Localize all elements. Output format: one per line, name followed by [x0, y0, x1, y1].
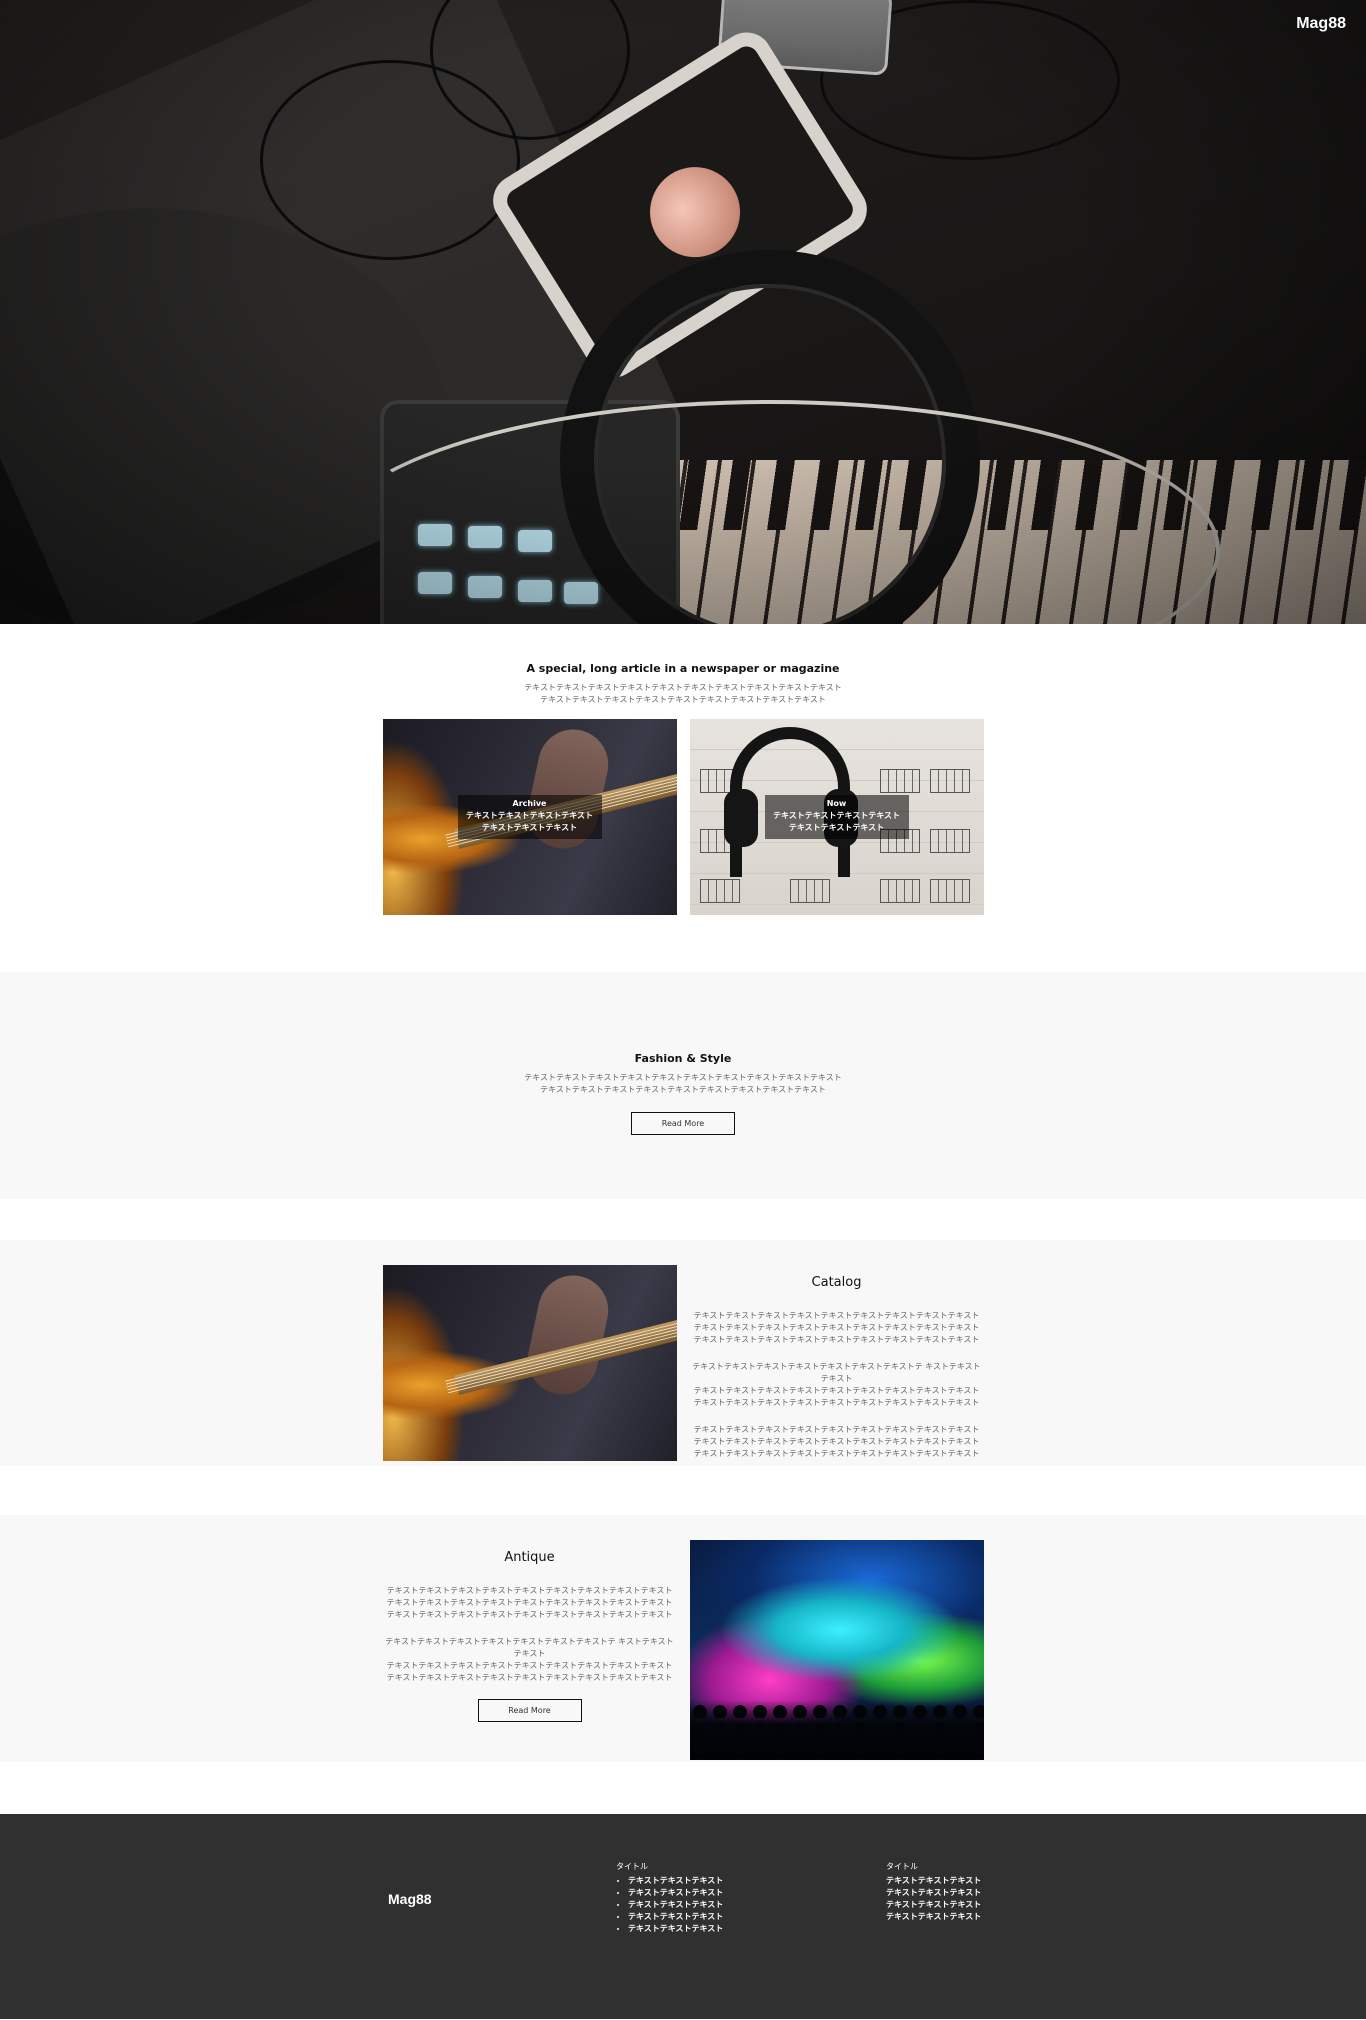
footer-link-list: テキストテキストテキスト テキストテキストテキスト テキストテキストテキスト テ… [604, 1875, 723, 1935]
antique-line: テキストテキストテキストテキストテキストテキストテキストテキストテキスト [386, 1610, 673, 1619]
feature-cards: Archive テキストテキストテキストテキスト テキストテキストテキスト No… [0, 719, 1366, 915]
card-photo-chord-grid [699, 879, 740, 903]
fashion-title: Fashion & Style [634, 1052, 732, 1065]
special-text-line: テキストテキストテキストテキストテキストテキストテキストテキストテキストテキスト [524, 683, 842, 692]
fashion-read-more-button[interactable]: Read More [631, 1112, 735, 1135]
catalog-image [382, 1265, 677, 1461]
footer-column-1: タイトル テキストテキストテキスト テキストテキストテキスト テキストテキストテ… [616, 1861, 723, 1935]
card-photo-chord-grid [879, 879, 920, 903]
catalog-line: テキストテキストテキストテキストテキストテキストテキストテキストテキスト [693, 1323, 980, 1332]
site-footer: Mag88 タイトル テキストテキストテキスト テキストテキストテキスト テキス… [0, 1814, 1366, 2019]
catalog-section: Catalog テキストテキストテキストテキストテキストテキストテキストテキスト… [0, 1240, 1366, 1466]
footer-link[interactable]: テキストテキストテキスト [628, 1911, 723, 1923]
catalog-line: テキストテキストテキストテキストテキストテキストテキストテキストテキスト [693, 1386, 980, 1395]
footer-column-title: タイトル [886, 1862, 918, 1871]
hero-vignette [0, 0, 1366, 624]
catalog-paragraph: テキストテキストテキストテキストテキストテキストテキストテ キストテキストテキス… [690, 1361, 984, 1409]
antique-line: テキストテキストテキストテキストテキストテキストテキストテキストテキスト [386, 1673, 673, 1682]
card-caption: Archive テキストテキストテキストテキスト テキストテキストテキスト [457, 795, 602, 839]
fashion-text-line: テキストテキストテキストテキストテキストテキストテキストテキストテキストテキスト [524, 1073, 842, 1082]
card-archive[interactable]: Archive テキストテキストテキストテキスト テキストテキストテキスト [382, 719, 677, 915]
card-now[interactable]: Now テキストテキストテキストテキスト テキストテキストテキスト [689, 719, 984, 915]
catalog-paragraph: テキストテキストテキストテキストテキストテキストテキストテキストテキスト テキス… [690, 1424, 984, 1460]
catalog-text-block: Catalog テキストテキストテキストテキストテキストテキストテキストテキスト… [690, 1265, 984, 1475]
card-photo-chord-grid [929, 829, 970, 853]
antique-text-block: Antique テキストテキストテキストテキストテキストテキストテキストテキスト… [383, 1540, 677, 1722]
site-logo[interactable]: Mag88 [1296, 15, 1346, 33]
footer-link-list: テキストテキストテキスト テキストテキストテキスト テキストテキストテキスト テ… [886, 1875, 981, 1923]
card-text: テキストテキストテキスト [481, 823, 578, 832]
antique-paragraph: テキストテキストテキストテキストテキストテキストテキストテキストテキスト テキス… [383, 1585, 677, 1621]
catalog-line: テキストテキストテキストテキストテキストテキストテキストテキストテキスト [693, 1437, 980, 1446]
antique-line: テキストテキストテキストテキストテキストテキストテキストテキストテキスト [386, 1598, 673, 1607]
antique-title: Antique [504, 1550, 555, 1565]
fashion-section: Fashion & Style テキストテキストテキストテキストテキストテキスト… [0, 972, 1366, 1199]
special-title: A special, long article in a newspaper o… [526, 662, 840, 675]
catalog-photo-hand [520, 1269, 615, 1401]
card-photo-chord-grid [789, 879, 830, 903]
card-title: Archive [512, 799, 547, 808]
catalog-line: テキストテキストテキストテキストテキストテキストテキストテキストテキスト [693, 1335, 980, 1344]
antique-paragraph: テキストテキストテキストテキストテキストテキストテキストテ キストテキストテキス… [383, 1636, 677, 1684]
card-caption: Now テキストテキストテキストテキスト テキストテキストテキスト [764, 795, 909, 839]
footer-link[interactable]: テキストテキストテキスト [628, 1923, 723, 1935]
catalog-line: テキストテキストテキストテキストテキストテキストテキストテキストテキスト [693, 1425, 980, 1434]
special-article-section: A special, long article in a newspaper o… [0, 624, 1366, 972]
card-photo-chord-grid [879, 769, 920, 793]
footer-column-2: タイトル テキストテキストテキスト テキストテキストテキスト テキストテキストテ… [886, 1861, 981, 1923]
fashion-text: テキストテキストテキストテキストテキストテキストテキストテキストテキストテキスト… [0, 1072, 1366, 1096]
footer-link-text[interactable]: テキストテキストテキスト [628, 1876, 723, 1885]
card-text: テキストテキストテキスト [788, 823, 885, 832]
concert-crowd [689, 1700, 984, 1760]
footer-logo[interactable]: Mag88 [388, 1891, 432, 1907]
catalog-line: テキストテキストテキストテキストテキストテキストテキストテキストテキスト [693, 1311, 980, 1320]
fashion-text-line: テキストテキストテキストテキストテキストテキストテキストテキストテキスト [540, 1085, 826, 1094]
catalog-line: テキストテキストテキストテキストテキストテキストテキストテキストテキスト [693, 1398, 980, 1407]
footer-link-text[interactable]: テキストテキストテキスト [628, 1900, 723, 1909]
antique-line: テキストテキストテキストテキストテキストテキストテキストテキストテキスト [386, 1586, 673, 1595]
special-text: テキストテキストテキストテキストテキストテキストテキストテキストテキストテキスト… [0, 682, 1366, 706]
card-photo-ear-cup [723, 789, 758, 847]
hero-image: Mag88 [0, 0, 1366, 624]
footer-link-text[interactable]: テキストテキストテキスト [628, 1912, 723, 1921]
catalog-title: Catalog [811, 1275, 862, 1290]
footer-link-text[interactable]: テキストテキストテキスト [886, 1900, 981, 1909]
card-title: Now [826, 799, 847, 808]
footer-link[interactable]: テキストテキストテキスト [628, 1875, 723, 1887]
card-text: テキストテキストテキストテキスト [465, 811, 594, 820]
antique-read-more-button[interactable]: Read More [477, 1699, 582, 1722]
footer-link[interactable]: テキストテキストテキスト [628, 1887, 723, 1899]
footer-column-title: タイトル [616, 1862, 648, 1871]
footer-link-text[interactable]: テキストテキストテキスト [886, 1876, 981, 1885]
catalog-paragraph: テキストテキストテキストテキストテキストテキストテキストテキストテキスト テキス… [690, 1310, 984, 1346]
footer-link-text[interactable]: テキストテキストテキスト [628, 1924, 723, 1933]
footer-link-text[interactable]: テキストテキストテキスト [886, 1888, 981, 1897]
card-photo-chord-grid [929, 769, 970, 793]
special-text-line: テキストテキストテキストテキストテキストテキストテキストテキストテキスト [540, 695, 826, 704]
catalog-line: テキストテキストテキストテキストテキストテキストテキストテキストテキスト [693, 1449, 980, 1458]
footer-link-text[interactable]: テキストテキストテキスト [628, 1888, 723, 1897]
antique-line: テキストテキストテキストテキストテキストテキストテキストテキストテキスト [386, 1661, 673, 1670]
antique-section: Antique テキストテキストテキストテキストテキストテキストテキストテキスト… [0, 1515, 1366, 1762]
card-text: テキストテキストテキストテキスト [772, 811, 901, 820]
footer-link[interactable]: テキストテキストテキスト [628, 1899, 723, 1911]
card-photo-chord-grid [929, 879, 970, 903]
antique-line: テキストテキストテキストテキストテキストテキストテキストテ キストテキストテキス… [385, 1637, 674, 1658]
antique-image [689, 1540, 984, 1760]
catalog-line: テキストテキストテキストテキストテキストテキストテキストテ キストテキストテキス… [692, 1362, 981, 1383]
footer-link-text[interactable]: テキストテキストテキスト [886, 1912, 981, 1921]
